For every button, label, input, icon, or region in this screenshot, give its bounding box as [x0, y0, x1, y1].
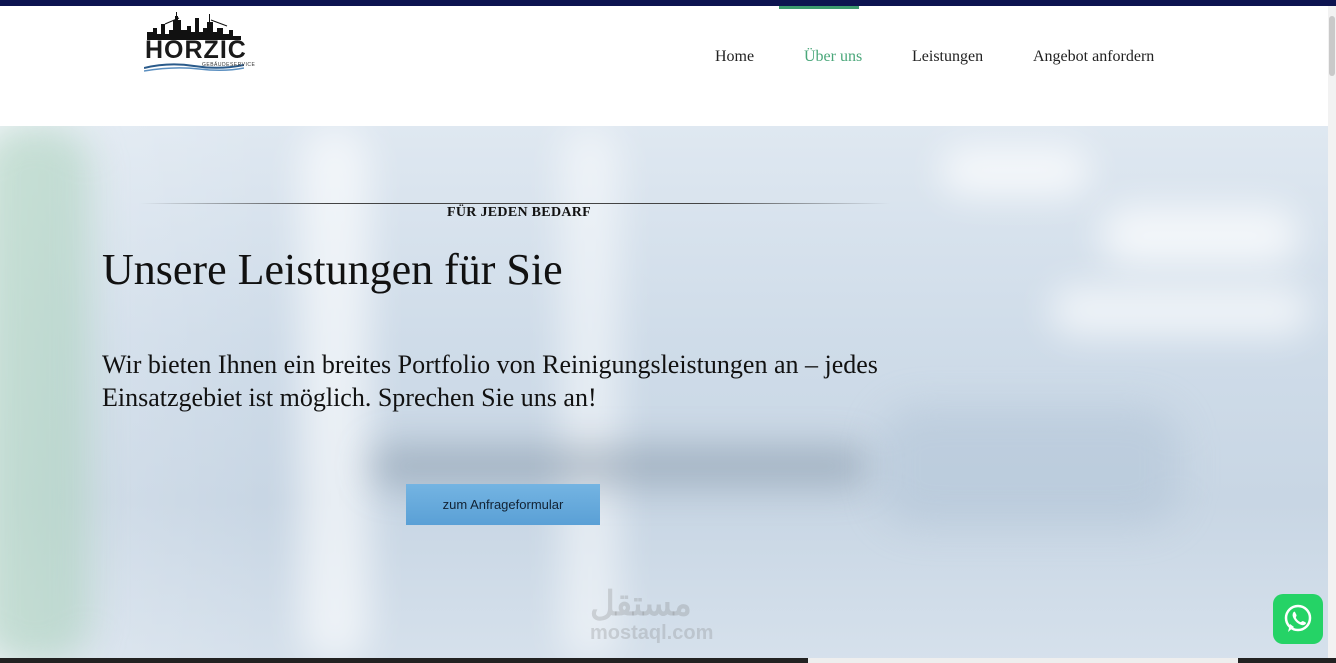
hero-eyebrow: FÜR JEDEN BEDARF — [447, 205, 592, 220]
request-form-button[interactable]: zum Anfrageformular — [406, 484, 600, 525]
logo-tagline: GEBÄUDESERVICE — [202, 62, 256, 68]
hero-background-shape — [0, 126, 90, 663]
mostaql-watermark: مستقل mostaql.com — [590, 584, 750, 654]
watermark-url: mostaql.com — [590, 622, 714, 644]
hero-description: Wir bieten Ihnen ein breites Portfolio v… — [102, 350, 878, 412]
hero-background-shape — [1100, 206, 1300, 266]
scrollbar-thumb[interactable] — [1329, 16, 1335, 76]
active-nav-indicator — [779, 6, 859, 9]
watermark-arabic: مستقل — [590, 585, 692, 623]
hero-background-shape — [1050, 286, 1310, 336]
os-taskbar-strip — [0, 658, 1336, 663]
eyebrow-divider — [140, 203, 890, 204]
hero-background-shape — [370, 446, 870, 486]
nav-ueber-uns[interactable]: Über uns — [804, 48, 862, 66]
hero-title: Unsere Leistungen für Sie — [102, 245, 563, 294]
page-scrollbar[interactable] — [1328, 6, 1336, 663]
nav-home[interactable]: Home — [715, 48, 754, 66]
whatsapp-chat-button[interactable] — [1273, 594, 1323, 644]
whatsapp-icon — [1284, 604, 1312, 632]
nav-angebot-anfordern[interactable]: Angebot anfordern — [1033, 48, 1154, 66]
hero-background-shape — [880, 406, 1180, 526]
site-header: HORZIC GEBÄUDESERVICE Home Über uns Leis… — [0, 6, 1328, 126]
site-logo[interactable]: HORZIC GEBÄUDESERVICE — [140, 10, 255, 72]
nav-leistungen[interactable]: Leistungen — [912, 48, 983, 66]
hero-section: FÜR JEDEN BEDARF Unsere Leistungen für S… — [0, 126, 1328, 663]
hero-background-shape — [940, 146, 1090, 196]
taskbar-light-area — [808, 658, 1238, 663]
